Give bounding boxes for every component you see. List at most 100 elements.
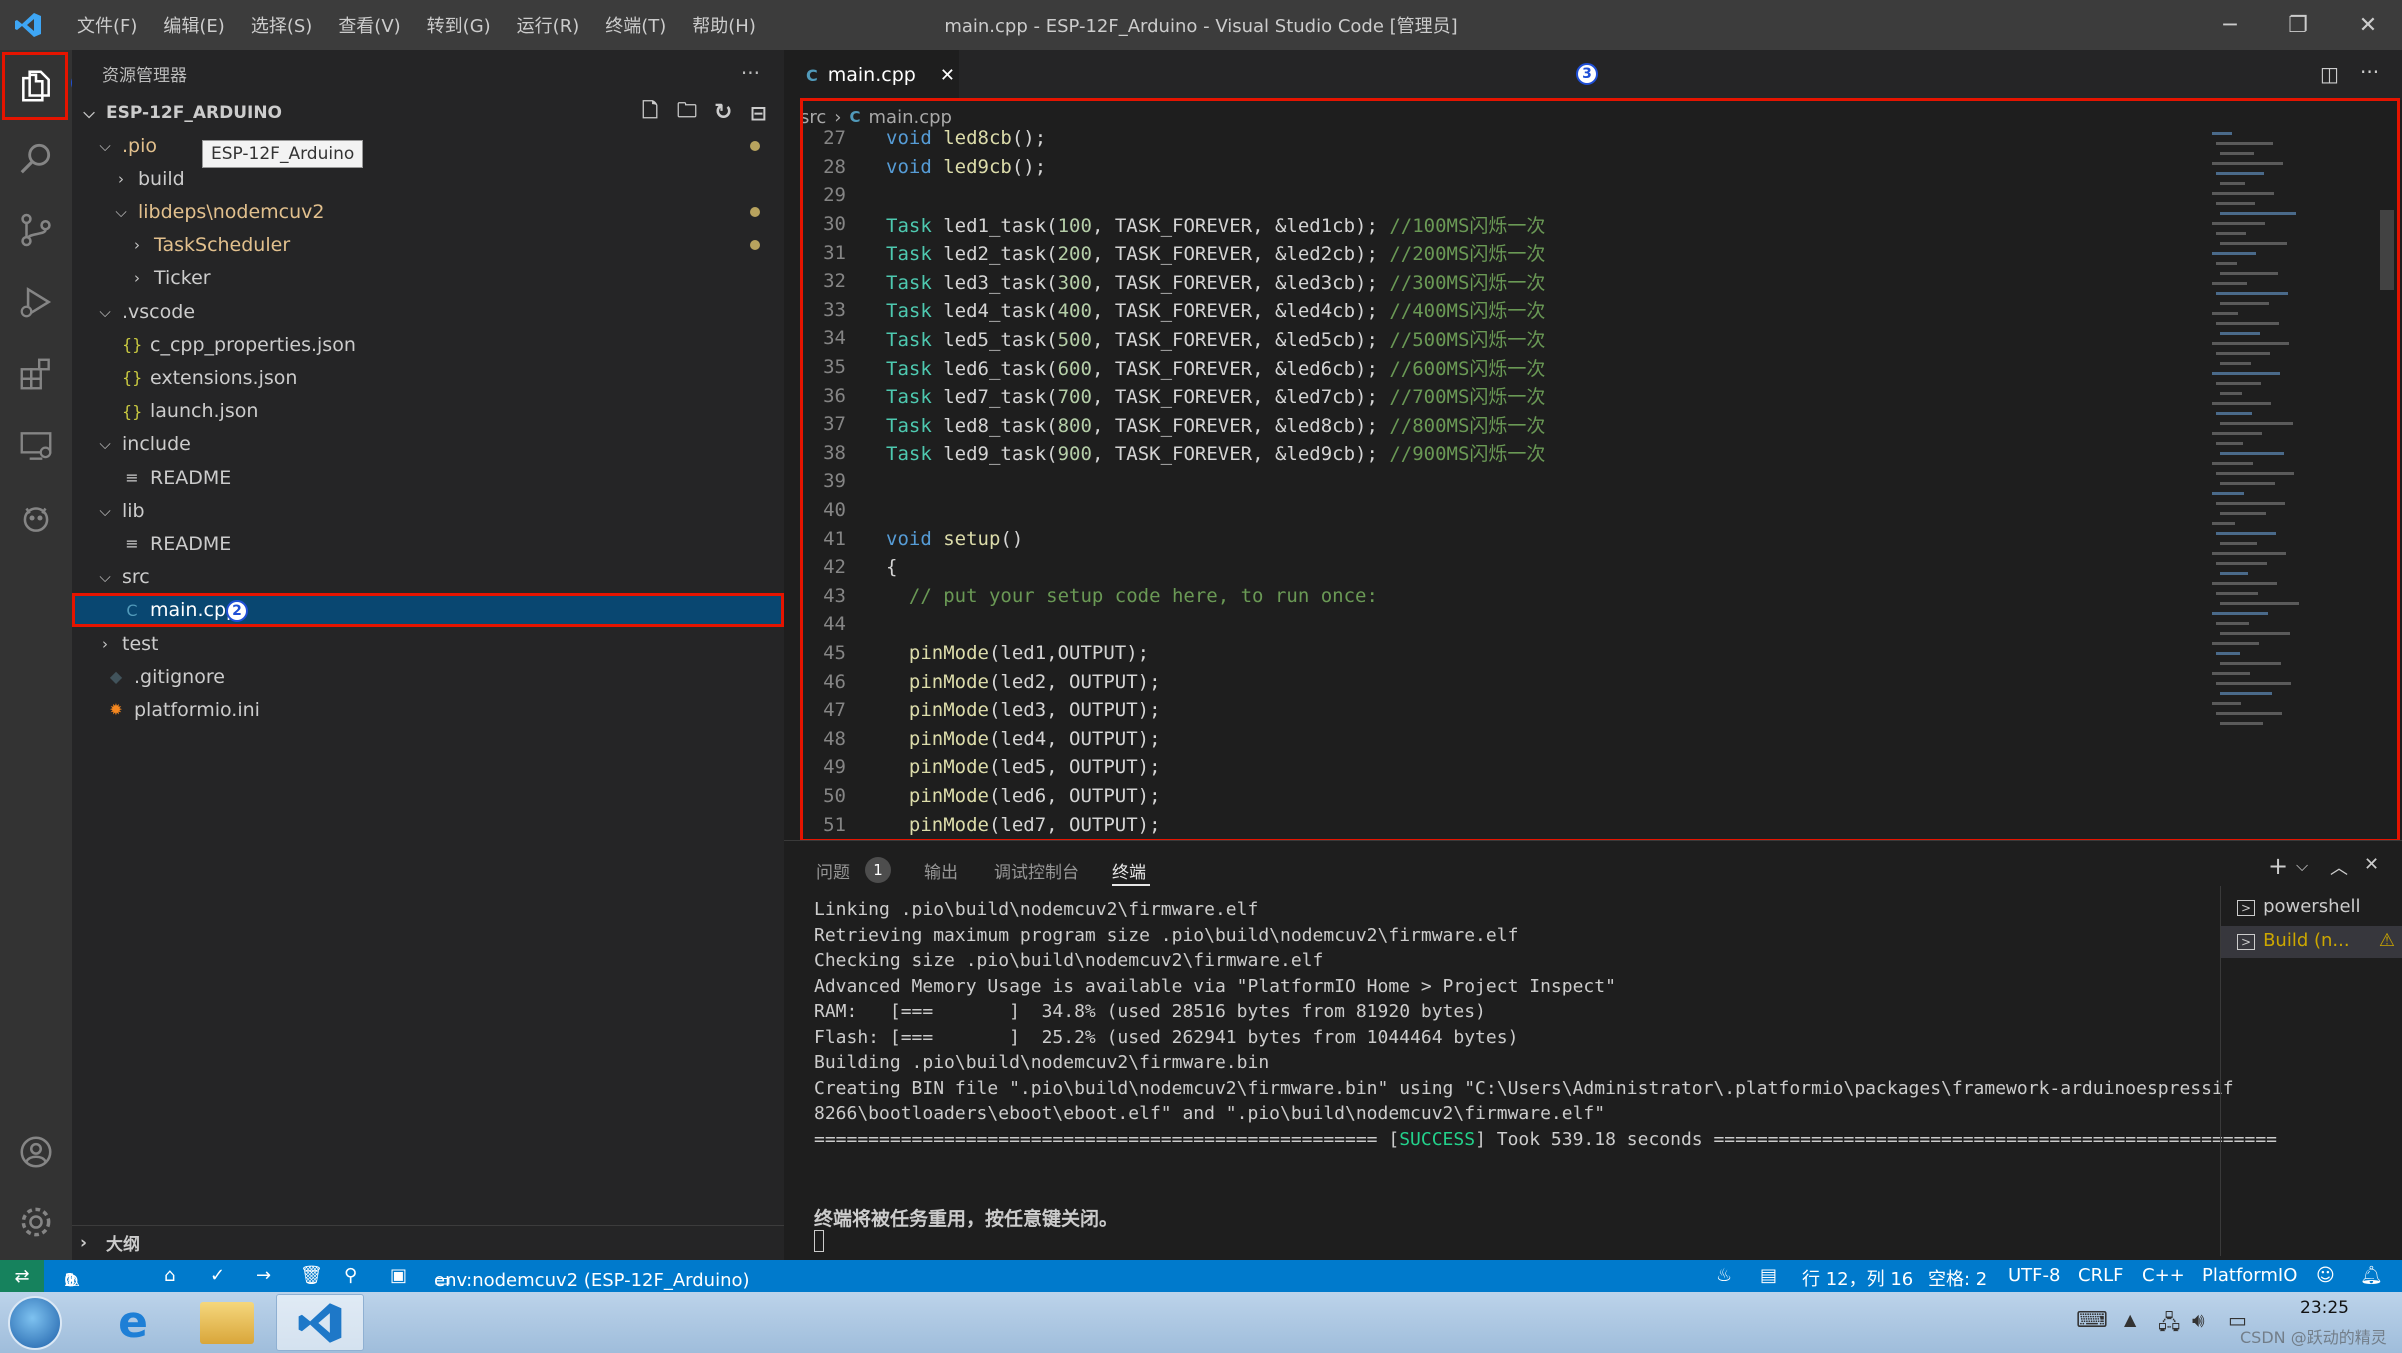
notifications-icon[interactable]: 🔔︎ [2360, 1265, 2383, 1286]
tree-item[interactable]: ›build [72, 162, 784, 195]
keyboard-icon[interactable]: ⌨ [2076, 1308, 2108, 1333]
settings-gear-icon[interactable] [0, 1186, 72, 1258]
vscode-taskbar-button[interactable] [276, 1294, 364, 1351]
tree-item-label: README [150, 533, 231, 555]
outline-label: 大纲 [106, 1230, 140, 1255]
file-explorer-icon[interactable] [200, 1302, 254, 1344]
menu-item[interactable]: 帮助(H) [679, 12, 769, 38]
pio-build-icon[interactable]: ✓ [210, 1265, 225, 1286]
tree-item-label: c_cpp_properties.json [150, 334, 356, 356]
git-file-icon: ◆ [106, 667, 126, 686]
tree-item[interactable]: ≡README [72, 527, 784, 560]
tree-item[interactable]: ⌵include [72, 428, 784, 461]
explorer-sidebar: 资源管理器 ··· ⌵ ESP-12F_ARDUINO 🗋 🗀 ↻ ⊟ ⌵.pi… [72, 50, 784, 1260]
clock-time[interactable]: 23:25 [2300, 1298, 2349, 1318]
platformio-label[interactable]: PlatformIO [2202, 1265, 2297, 1286]
editor-more-icon[interactable]: ··· [2360, 60, 2379, 84]
vscode-logo-icon [297, 1300, 343, 1346]
terminal-item-powershell[interactable]: > powershell [2237, 896, 2361, 917]
menu-item[interactable]: 选择(S) [238, 12, 325, 38]
pio-monitor-icon[interactable]: ⚲ [344, 1265, 357, 1286]
refresh-icon[interactable]: ↻ [714, 100, 732, 125]
flame-icon[interactable]: ♨ [1716, 1265, 1732, 1286]
panel-tab[interactable]: 调试控制台 [994, 858, 1079, 883]
tree-item-label: src [122, 566, 150, 588]
close-tab-icon[interactable]: ✕ [940, 65, 955, 86]
pio-clean-icon[interactable]: 🗑 [300, 1265, 323, 1286]
panel-tab[interactable]: 问题 [816, 858, 850, 883]
terminal-line: Retrieving maximum program size .pio\bui… [814, 925, 1518, 946]
encoding[interactable]: UTF-8 [2008, 1265, 2060, 1286]
tree-item[interactable]: {}extensions.json [72, 361, 784, 394]
terminal-icon: > [2237, 900, 2255, 916]
tree-item[interactable]: ✹platformio.ini [72, 693, 784, 726]
tree-item[interactable]: ⌵src [72, 561, 784, 594]
active-tab-underline [1112, 884, 1150, 886]
tree-item[interactable]: ⌵.vscode [72, 295, 784, 328]
close-panel-icon[interactable]: ✕ [2364, 854, 2379, 875]
terminal-item-build[interactable]: >Build (n... ⚠ [2221, 926, 2402, 958]
run-debug-icon[interactable] [0, 266, 72, 338]
vscode-logo-icon [14, 11, 42, 39]
new-terminal-icon[interactable]: + [2268, 852, 2288, 880]
tab-main-cpp[interactable]: C main.cpp ✕ [784, 50, 959, 100]
workspace-root[interactable]: ⌵ ESP-12F_ARDUINO 🗋 🗀 ↻ ⊟ [72, 96, 784, 129]
restore-button[interactable]: ❐ [2264, 0, 2332, 50]
account-icon[interactable] [0, 1116, 72, 1188]
new-folder-icon[interactable]: 🗀 [677, 96, 697, 130]
tree-item[interactable]: ›TaskScheduler [72, 229, 784, 262]
panel-tab[interactable]: 终端 [1112, 858, 1146, 883]
tree-item[interactable]: {}launch.json [72, 395, 784, 428]
tree-item[interactable]: {}c_cpp_properties.json [72, 328, 784, 361]
tree-item[interactable]: ≡README [72, 461, 784, 494]
annotation-box-editor [800, 98, 2400, 842]
outline-section[interactable]: › 大纲 [72, 1225, 784, 1259]
minimize-button[interactable]: ─ [2196, 0, 2264, 50]
menu-item[interactable]: 终端(T) [592, 12, 679, 38]
tree-item[interactable]: ›test [72, 627, 784, 660]
internet-explorer-icon[interactable]: e [108, 1298, 158, 1348]
source-control-icon[interactable] [0, 194, 72, 266]
menu-item[interactable]: 运行(R) [504, 12, 593, 38]
tree-item[interactable]: ⌵lib [72, 494, 784, 527]
menu-item[interactable]: 转到(G) [414, 12, 504, 38]
cursor-position[interactable]: 行 12，列 16 [1802, 1265, 1913, 1291]
remote-indicator[interactable]: ⇄ [0, 1260, 44, 1292]
pio-terminal-icon[interactable]: ▣ [390, 1265, 407, 1286]
tree-item[interactable]: ◆.gitignore [72, 660, 784, 693]
menu-item[interactable]: 查看(V) [325, 12, 413, 38]
close-window-button[interactable]: ✕ [2334, 0, 2402, 50]
tree-item[interactable]: ›Ticker [72, 262, 784, 295]
windows-taskbar: e ⌨ ▲ 🖧 🔊︎ ▭ 23:25 CSDN @跃动的精灵子 [0, 1292, 2402, 1353]
search-icon[interactable] [0, 122, 72, 194]
terminal-item-label: powershell [2263, 896, 2361, 917]
remote-explorer-icon[interactable] [0, 410, 72, 482]
menu-item[interactable]: 文件(F) [64, 12, 150, 38]
database-icon[interactable]: ▤ [1760, 1265, 1777, 1286]
pio-home-icon[interactable]: ⌂ [164, 1265, 175, 1286]
start-button[interactable] [8, 1296, 62, 1350]
chevron-down-icon[interactable]: ⌵ [2296, 856, 2308, 876]
indentation[interactable]: 空格: 2 [1928, 1265, 1987, 1291]
new-file-icon[interactable]: 🗋 [642, 96, 658, 130]
panel-tab[interactable]: 输出 [924, 858, 958, 883]
collapse-all-icon[interactable]: ⊟ [750, 101, 767, 125]
split-editor-icon[interactable]: ◫ [2320, 62, 2339, 86]
annotation-badge-2: 2 [226, 600, 248, 622]
pio-upload-icon[interactable]: → [256, 1265, 271, 1286]
more-actions-icon[interactable]: ··· [741, 61, 760, 85]
line-ending[interactable]: CRLF [2078, 1265, 2123, 1286]
terminal-line: 8266\bootloaders\eboot\eboot.elf" and ".… [814, 1103, 1605, 1124]
volume-icon[interactable]: 🔊︎ [2192, 1308, 2205, 1332]
tree-item[interactable]: ⌵libdeps\nodemcuv2 [72, 195, 784, 228]
network-icon[interactable]: 🖧 [2158, 1308, 2180, 1342]
maximize-panel-icon[interactable]: ︿ [2330, 854, 2348, 880]
tray-expand-icon[interactable]: ▲ [2124, 1310, 2136, 1329]
tree-item[interactable]: ⌵.pio [72, 129, 784, 162]
platformio-icon[interactable] [0, 482, 72, 554]
extensions-icon[interactable] [0, 338, 72, 410]
feedback-icon[interactable]: ☺ [2316, 1265, 2335, 1286]
language-mode[interactable]: C++ [2142, 1265, 2185, 1286]
workspace-root-label: ESP-12F_ARDUINO [106, 103, 282, 123]
menu-item[interactable]: 编辑(E) [150, 12, 237, 38]
